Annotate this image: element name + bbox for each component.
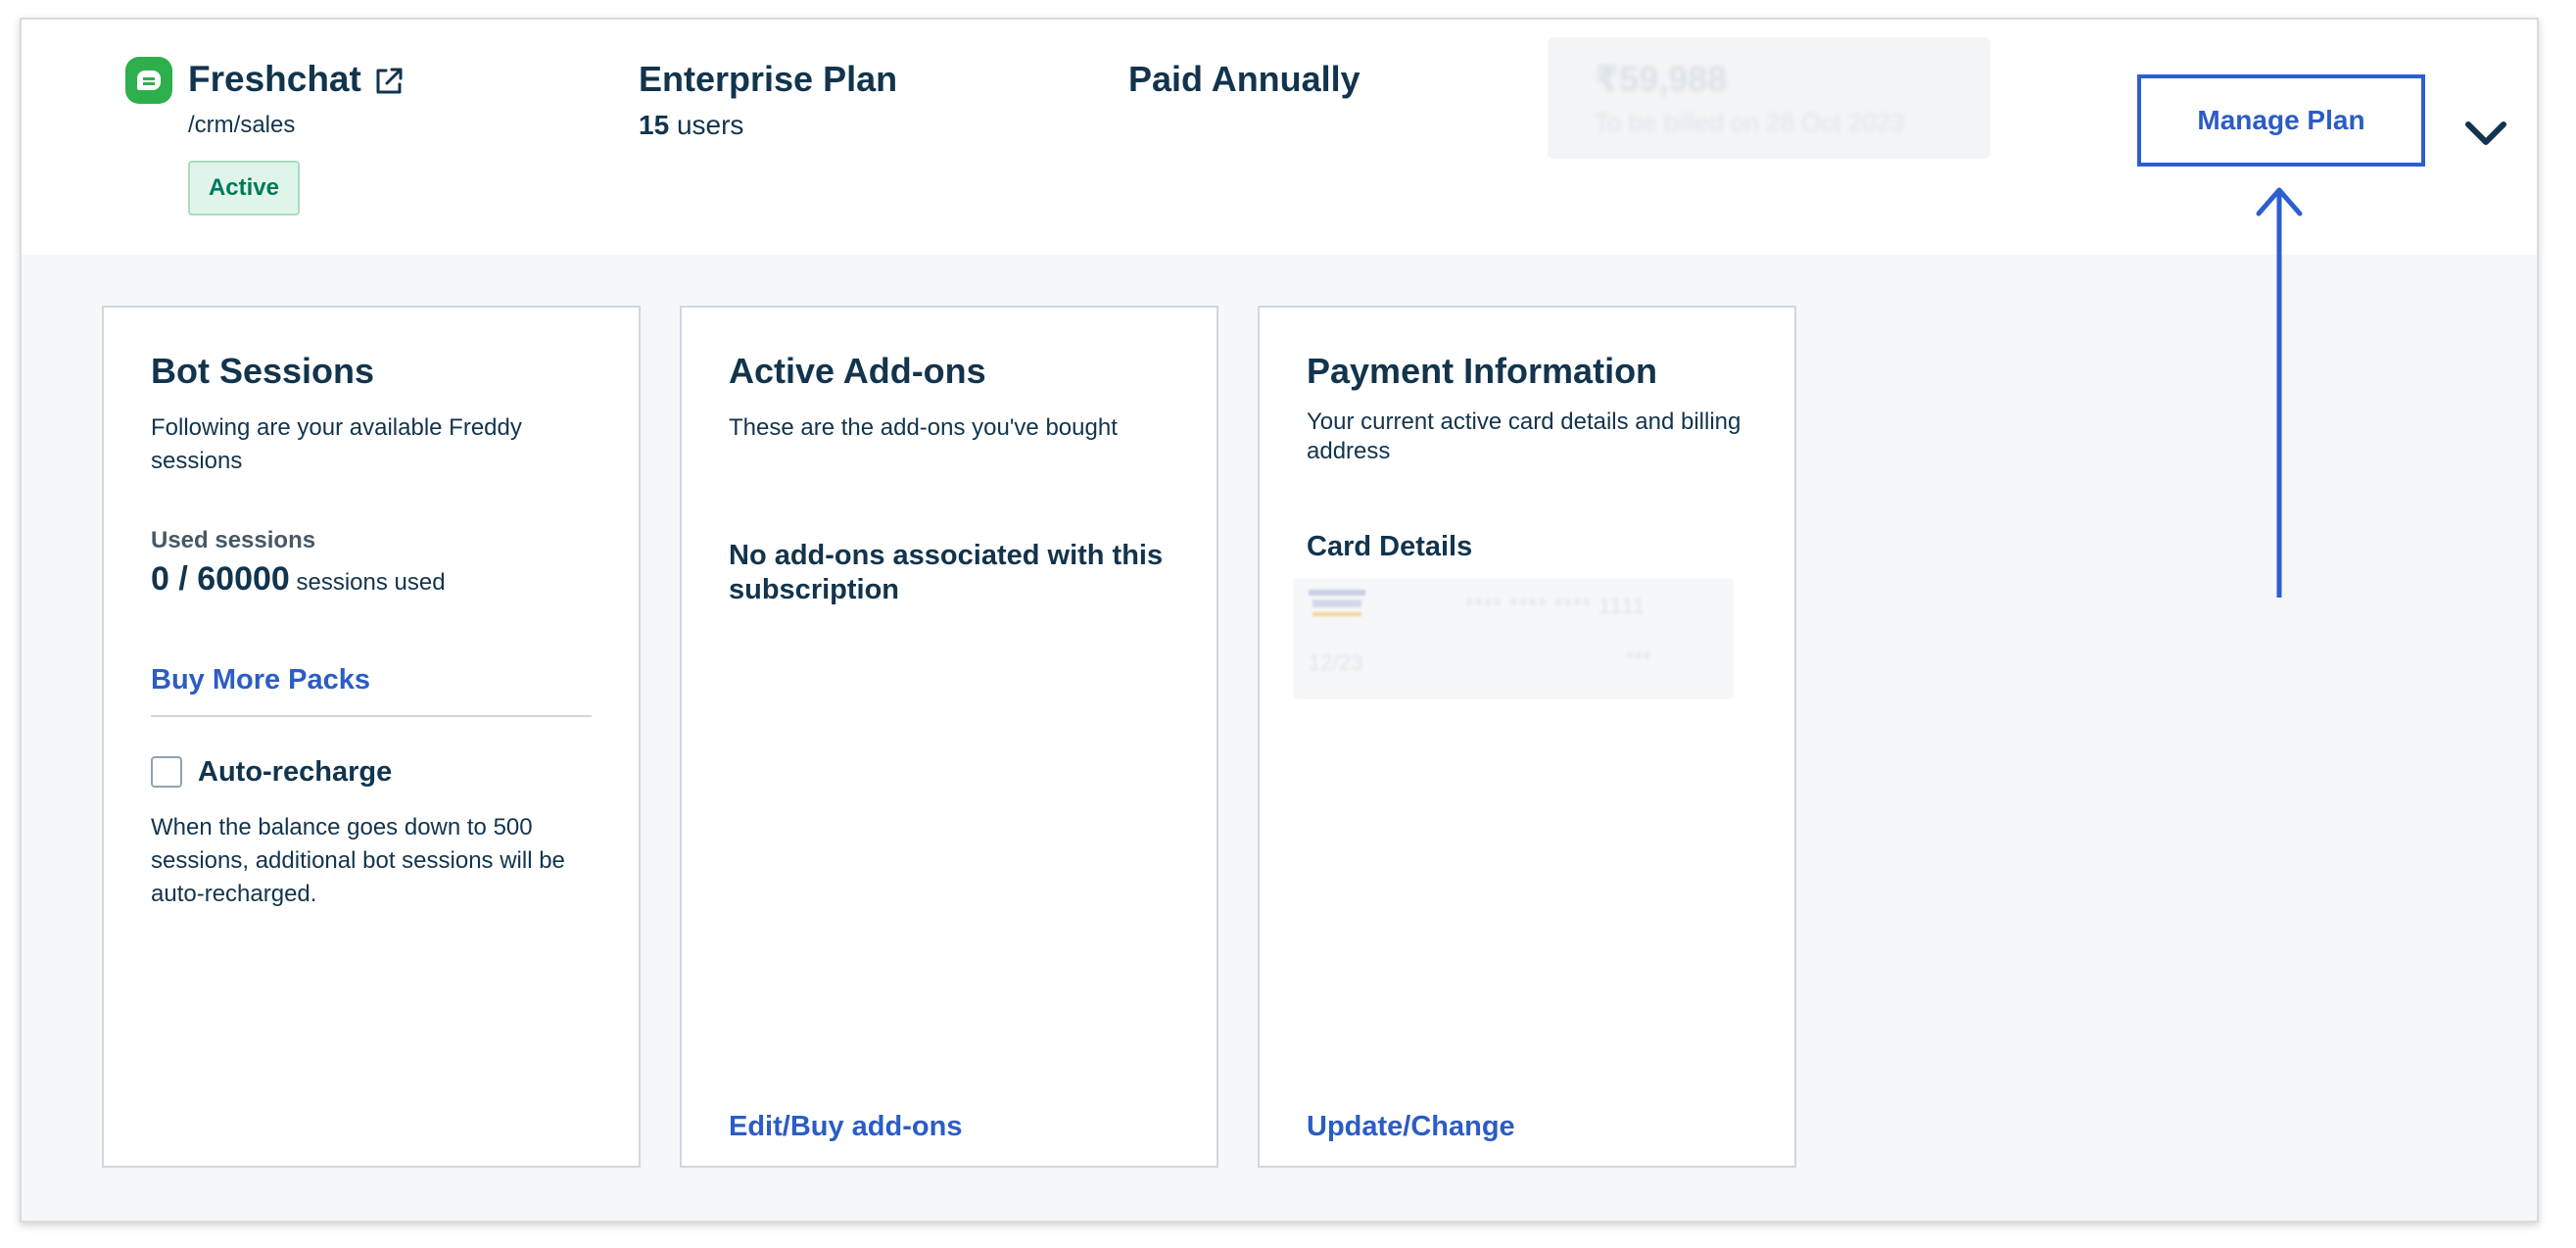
payment-subtitle: Your current active card details and bil…: [1307, 408, 1741, 464]
annotation-arrow-icon: [2256, 187, 2303, 598]
auto-recharge-checkbox[interactable]: [151, 756, 182, 788]
used-sessions-label: Used sessions: [151, 527, 316, 553]
active-addons-card: Active Add-ons These are the add-ons you…: [680, 306, 1218, 1168]
price-summary: ₹59,988 To be billed on 28 Oct 2023: [1548, 37, 1990, 159]
card-number: **** **** **** 1111: [1465, 594, 1646, 618]
plan-name: Enterprise Plan: [639, 59, 898, 99]
subscription-panel: Freshchat /crm/sales Active Enterprise P…: [20, 18, 2539, 1223]
buy-more-packs-link[interactable]: Buy More Packs: [151, 664, 370, 696]
card-details-label: Card Details: [1307, 531, 1473, 562]
divider: [151, 715, 592, 717]
billing-cycle: Paid Annually: [1128, 59, 1360, 99]
status-badge: Active: [188, 161, 300, 216]
auto-recharge-label: Auto-recharge: [198, 756, 393, 788]
chevron-down-icon[interactable]: [2460, 108, 2511, 159]
auto-recharge-description: When the balance goes down to 500 sessio…: [151, 814, 565, 907]
freshchat-logo-icon: [125, 57, 172, 104]
no-addons-message: No add-ons associated with this subscrip…: [729, 540, 1164, 605]
card-cvv: ***: [1626, 647, 1651, 671]
edit-buy-addons-link[interactable]: Edit/Buy add-ons: [729, 1111, 962, 1143]
payment-info-card: Payment Information Your current active …: [1258, 306, 1796, 1168]
plan-users: 15 users: [639, 110, 743, 141]
price-amount: ₹59,988: [1595, 59, 1728, 99]
external-link-icon[interactable]: [372, 65, 405, 98]
sessions-suffix: sessions used: [296, 569, 446, 596]
update-change-link[interactable]: Update/Change: [1307, 1111, 1515, 1143]
addons-title: Active Add-ons: [729, 351, 986, 391]
product-name: Freshchat: [188, 59, 361, 99]
addons-subtitle: These are the add-ons you've bought: [729, 414, 1118, 441]
used-sessions-value: 0 / 60000 sessions used: [151, 560, 446, 599]
users-count: 15: [639, 110, 670, 140]
bot-sessions-subtitle: Following are your available Freddy sess…: [151, 414, 522, 474]
sessions-count: 0 / 60000: [151, 560, 290, 598]
product-path: /crm/sales: [188, 112, 296, 138]
card-details-block: **** **** **** 1111 12/23 ***: [1293, 578, 1734, 699]
payment-title: Payment Information: [1307, 351, 1658, 391]
card-brand-icon: [1309, 590, 1365, 616]
users-label: users: [676, 110, 744, 140]
manage-plan-button[interactable]: Manage Plan: [2137, 74, 2425, 167]
bot-sessions-card: Bot Sessions Following are your availabl…: [102, 306, 641, 1168]
subscription-header: Freshchat /crm/sales Active Enterprise P…: [22, 20, 2537, 255]
bot-sessions-title: Bot Sessions: [151, 351, 375, 391]
card-expiry: 12/23: [1309, 650, 1363, 675]
billing-date-note: To be billed on 28 Oct 2023: [1595, 108, 1905, 137]
